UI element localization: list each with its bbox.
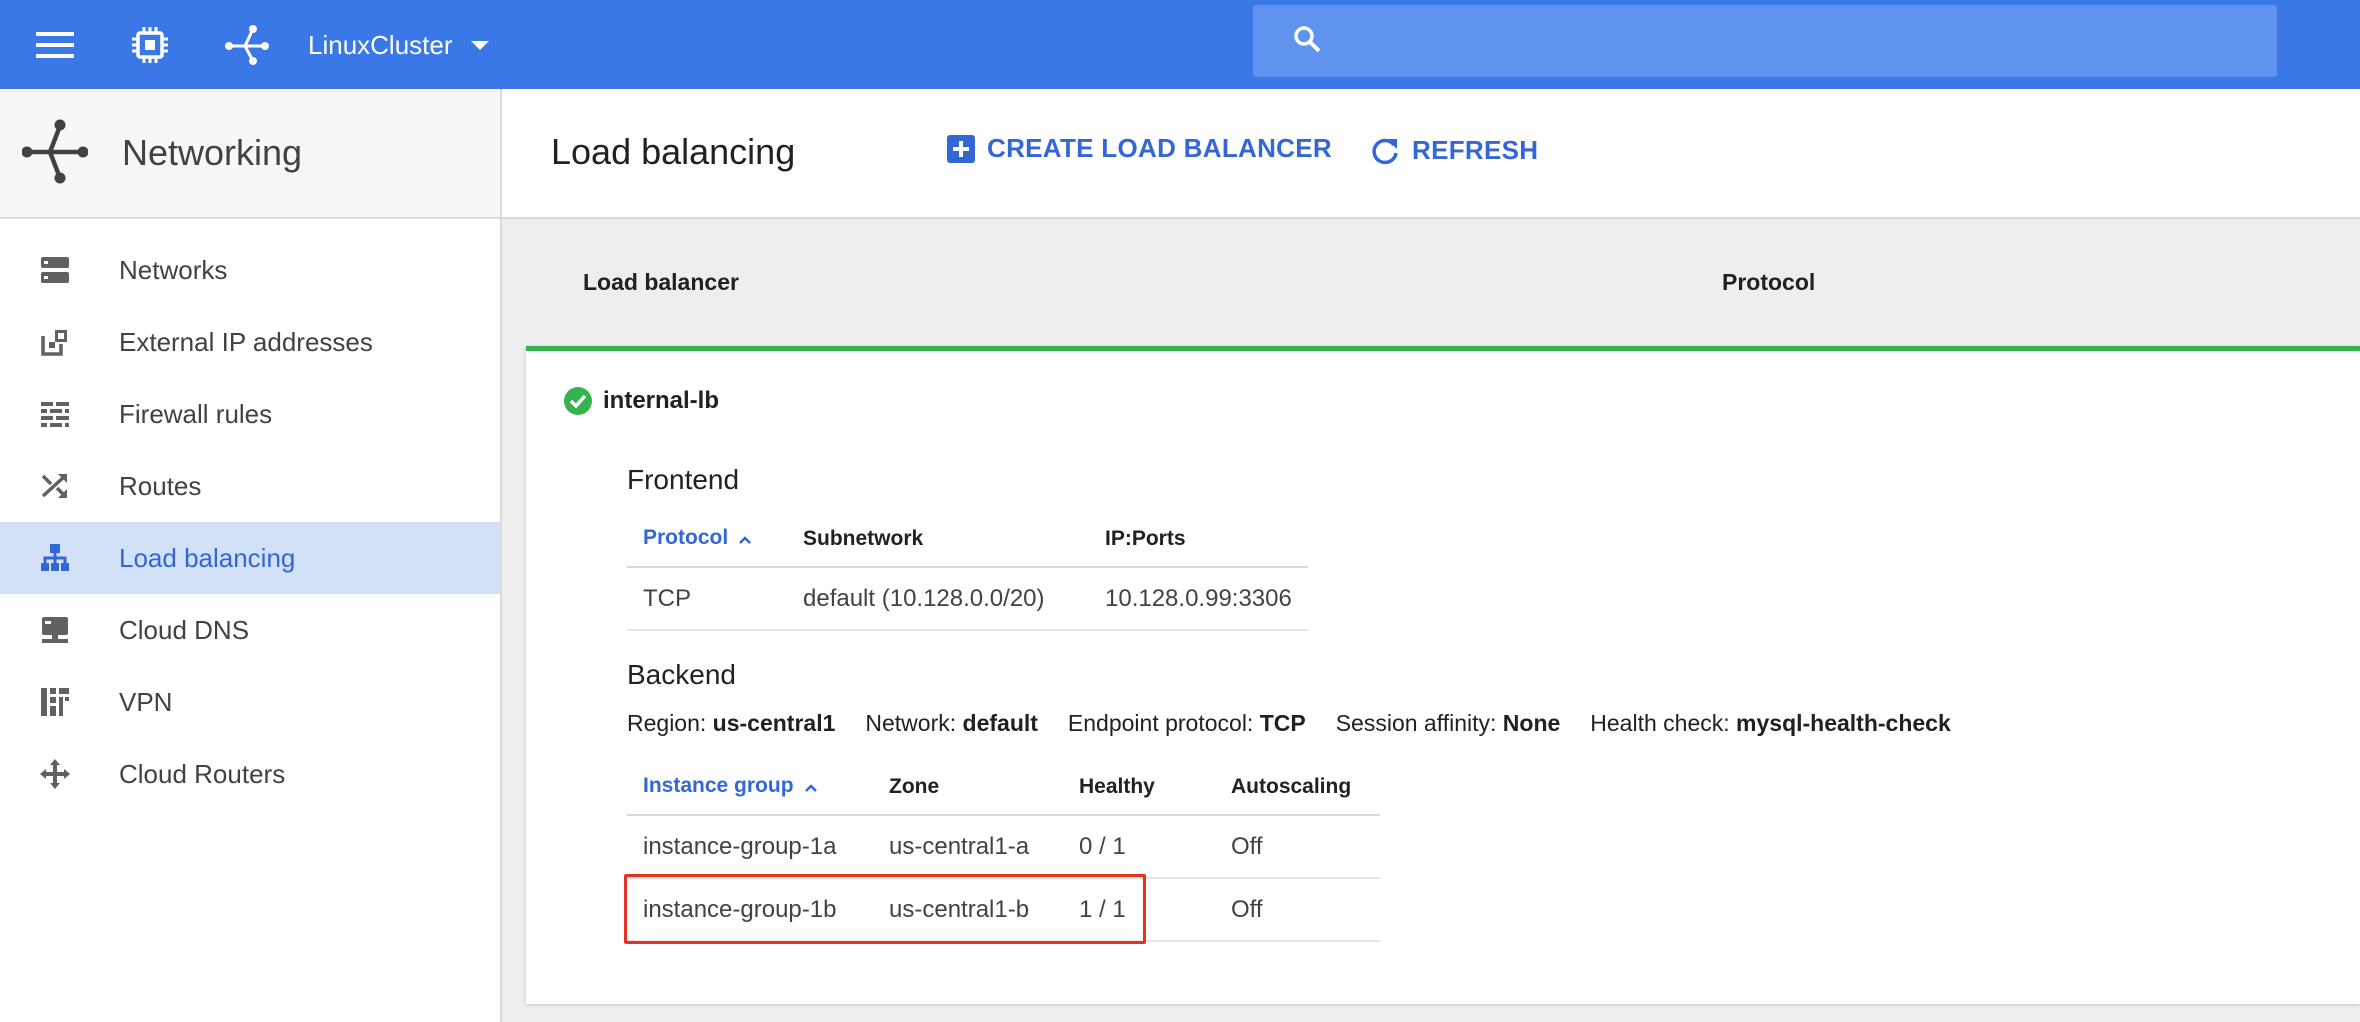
autoscaling-cell: Off [1215, 815, 1380, 879]
sidebar-item-label: Networks [119, 254, 228, 285]
sidebar-item-label: Routes [119, 470, 202, 501]
sidebar-item-label: Load balancing [119, 542, 296, 573]
create-load-balancer-label: CREATE LOAD BALANCER [987, 133, 1332, 163]
project-name: LinuxCluster [308, 29, 453, 60]
list-header: Load balancer Protocol [502, 219, 2360, 346]
networking-product-icon [21, 118, 89, 189]
zone-cell: us-central1-a [873, 815, 1063, 879]
sort-up-icon [804, 775, 818, 799]
sidebar-item-label: Cloud Routers [119, 758, 286, 789]
networks-icon [38, 253, 72, 287]
compute-chip-icon[interactable] [123, 18, 177, 72]
search-icon [1293, 25, 1321, 58]
sidebar-title: Networking [122, 132, 303, 173]
backend-details: Region: us-central1 Network: default End… [627, 710, 1981, 737]
project-selector[interactable]: LinuxCluster [308, 20, 489, 70]
sidebar-item-firewall[interactable]: Firewall rules [0, 378, 500, 450]
frontend-table: Protocol Subnetwork IP:Ports TCP default… [627, 511, 1308, 631]
sidebar-item-label: Cloud DNS [119, 614, 250, 645]
column-header-ip-ports[interactable]: IP:Ports [1089, 511, 1308, 568]
column-header-protocol-sort[interactable]: Protocol [627, 511, 787, 568]
load-balancer-name: internal-lb [603, 387, 720, 414]
sidebar-item-networks[interactable]: Networks [0, 234, 500, 306]
sidebar-item-load-balancing[interactable]: Load balancing [0, 522, 500, 594]
sort-up-icon [738, 527, 752, 551]
create-load-balancer-button[interactable]: CREATE LOAD BALANCER [947, 133, 1332, 164]
sidebar-item-vpn[interactable]: VPN [0, 666, 500, 738]
column-header-instance-group-sort[interactable]: Instance group [627, 759, 873, 816]
table-row: TCP default (10.128.0.0/20) 10.128.0.99:… [627, 567, 1308, 631]
sidebar-item-cloud-dns[interactable]: Cloud DNS [0, 594, 500, 666]
sidebar-item-label: External IP addresses [119, 326, 373, 357]
region-detail: Region: us-central1 [627, 710, 836, 736]
column-header-healthy[interactable]: Healthy [1063, 759, 1215, 816]
check-circle-icon [563, 386, 593, 416]
sidebar-item-external-ip[interactable]: External IP addresses [0, 306, 500, 378]
sidebar: Networking Networks External IP addresse… [0, 89, 502, 1022]
column-header-protocol[interactable]: Protocol [1722, 269, 1815, 296]
sidebar-nav: Networks External IP addresses Firewall … [0, 219, 500, 810]
cloud-routers-icon [38, 757, 72, 791]
protocol-cell: TCP [627, 567, 787, 631]
search-input[interactable] [1343, 25, 2243, 57]
network-detail: Network: default [865, 710, 1038, 736]
healthy-cell: 0 / 1 [1063, 815, 1215, 879]
backend-title: Backend [627, 659, 736, 690]
page-title: Load balancing [551, 131, 796, 172]
sidebar-item-cloud-routers[interactable]: Cloud Routers [0, 738, 500, 810]
column-header-zone[interactable]: Zone [873, 759, 1063, 816]
add-box-icon [947, 134, 975, 163]
sidebar-item-routes[interactable]: Routes [0, 450, 500, 522]
column-header-load-balancer[interactable]: Load balancer [583, 269, 739, 296]
search-bar[interactable] [1253, 5, 2277, 77]
vpn-icon [38, 685, 72, 719]
column-header-subnetwork[interactable]: Subnetwork [787, 511, 1089, 568]
highlight-annotation-box [624, 874, 1146, 944]
sidebar-item-label: Firewall rules [119, 398, 273, 429]
load-balancer-name-row[interactable]: internal-lb [563, 386, 719, 416]
sidebar-header: Networking [0, 89, 500, 219]
top-app-bar: LinuxCluster [0, 0, 2360, 89]
column-header-autoscaling[interactable]: Autoscaling [1215, 759, 1380, 816]
cloud-dns-icon [38, 613, 72, 647]
table-row: instance-group-1a us-central1-a 0 / 1 Of… [627, 815, 1380, 879]
firewall-icon [38, 397, 72, 431]
routes-icon [38, 469, 72, 503]
menu-icon[interactable] [28, 18, 82, 72]
chevron-down-icon [470, 40, 489, 50]
instance-group-cell[interactable]: instance-group-1a [627, 815, 873, 879]
frontend-title: Frontend [627, 464, 740, 495]
ip-ports-cell: 10.128.0.99:3306 [1089, 567, 1308, 631]
external-ip-icon [38, 325, 72, 359]
subnetwork-cell: default (10.128.0.0/20) [787, 567, 1089, 631]
autoscaling-cell: Off [1215, 878, 1380, 942]
networking-icon[interactable] [220, 18, 274, 72]
health-check-detail: Health check: mysql-health-check [1590, 710, 1951, 736]
endpoint-protocol-detail: Endpoint protocol: TCP [1067, 710, 1306, 736]
refresh-label: REFRESH [1412, 135, 1539, 165]
refresh-button[interactable]: REFRESH [1370, 135, 1538, 166]
refresh-icon [1370, 136, 1400, 166]
load-balancing-icon [38, 541, 72, 575]
session-affinity-detail: Session affinity: None [1335, 710, 1561, 736]
page-header: Load balancing CREATE LOAD BALANCER REFR… [502, 89, 2360, 219]
sidebar-item-label: VPN [119, 686, 173, 717]
